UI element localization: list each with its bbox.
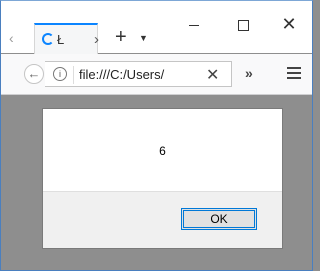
overflow-icon[interactable]: » bbox=[245, 65, 253, 81]
tab-active[interactable]: Ł bbox=[34, 23, 98, 55]
back-icon[interactable]: ← bbox=[24, 64, 44, 84]
minimize-icon[interactable] bbox=[171, 11, 217, 37]
clear-icon[interactable]: ✕ bbox=[206, 65, 219, 85]
url-bar[interactable]: i file:///C:/Users/ ✕ bbox=[45, 61, 232, 87]
page-content: 6 OK bbox=[1, 95, 312, 270]
dialog-message: 6 bbox=[159, 144, 166, 158]
tab-scroll-right-icon[interactable]: › bbox=[94, 31, 99, 48]
browser-window: ‹ Ł › + ▼ ✕ ← i file:///C:/Users/ ✕ » 6 … bbox=[0, 0, 313, 271]
chevron-down-icon[interactable]: ▼ bbox=[139, 33, 148, 43]
info-icon[interactable]: i bbox=[53, 67, 67, 81]
tab-title: Ł bbox=[57, 32, 65, 47]
dialog-body: 6 bbox=[43, 109, 282, 192]
title-bar: ‹ Ł › + ▼ ✕ bbox=[1, 1, 312, 55]
plus-icon[interactable]: + bbox=[115, 27, 127, 47]
close-icon[interactable]: ✕ bbox=[266, 11, 312, 37]
menu-icon[interactable] bbox=[287, 67, 301, 79]
ok-button[interactable]: OK bbox=[181, 208, 257, 230]
navigation-bar: ← i file:///C:/Users/ ✕ » bbox=[1, 54, 312, 95]
spinner-icon bbox=[42, 33, 54, 45]
maximize-icon[interactable] bbox=[220, 11, 266, 37]
tab-scroll-left-icon[interactable]: ‹ bbox=[9, 31, 23, 45]
url-separator bbox=[73, 66, 74, 84]
url-input[interactable]: file:///C:/Users/ bbox=[79, 67, 164, 82]
alert-dialog: 6 OK bbox=[42, 108, 283, 249]
